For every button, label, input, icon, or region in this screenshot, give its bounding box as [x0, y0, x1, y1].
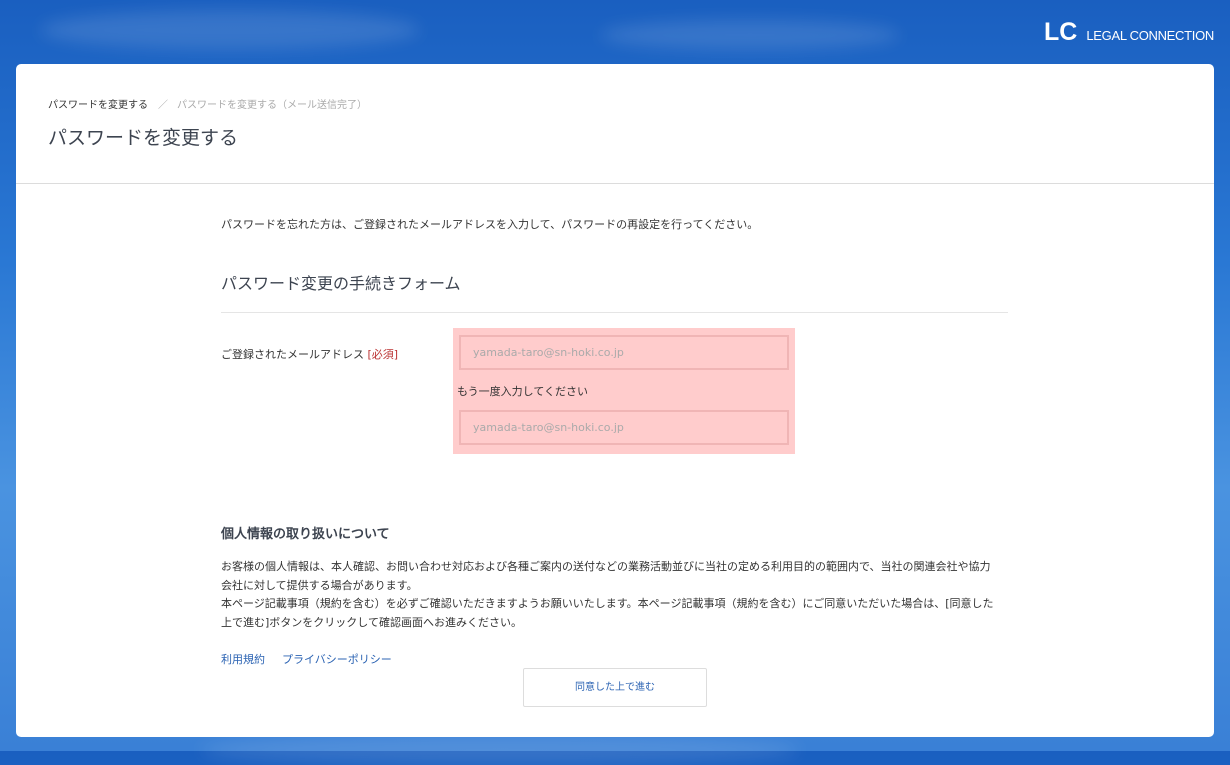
privacy-line: 本ページ記載事項（規約を含む）を必ずご確認いただきますようお願いいたします。本ペ…	[221, 597, 994, 610]
policy-links: 利用規約 プライバシーポリシー	[221, 651, 409, 667]
background-cloud	[200, 735, 800, 765]
privacy-body: お客様の個人情報は、本人確認、お問い合わせ対応および各種ご案内の送付などの業務活…	[221, 558, 1011, 632]
privacy-policy-link[interactable]: プライバシーポリシー	[282, 651, 392, 667]
confirm-email-input[interactable]: yamada-taro@sn-hoki.co.jp	[459, 410, 789, 445]
email-label: ご登録されたメールアドレス [必須]	[221, 346, 398, 362]
card-header: パスワードを変更する ／ パスワードを変更する（メール送信完了） パスワードを変…	[16, 64, 1214, 184]
page-title: パスワードを変更する	[48, 127, 239, 149]
confirm-email-label: もう一度入力してください	[457, 385, 589, 398]
terms-link[interactable]: 利用規約	[221, 651, 265, 667]
breadcrumb-item-current: パスワードを変更する（メール送信完了）	[177, 100, 367, 111]
privacy-title: 個人情報の取り扱いについて	[221, 527, 390, 542]
breadcrumb: パスワードを変更する ／ パスワードを変更する（メール送信完了）	[48, 96, 367, 111]
form-intro-section: パスワードを忘れた方は、ご登録されたメールアドレスを入力して、パスワードの再設定…	[221, 216, 1008, 313]
email-field-group: yamada-taro@sn-hoki.co.jp もう一度入力してください y…	[453, 328, 795, 454]
background-cloud	[600, 20, 900, 50]
logo-text: LEGAL CONNECTION	[1086, 28, 1214, 43]
privacy-line: 上で進む]ボタンをクリックして確認画面へお進みください。	[221, 615, 522, 629]
logo[interactable]: LC LEGAL CONNECTION	[1044, 18, 1214, 47]
breadcrumb-separator: ／	[158, 100, 168, 111]
divider	[221, 312, 1008, 313]
privacy-line: 会社に対して提供する場合があります。	[221, 578, 418, 592]
background-cloud	[40, 10, 420, 50]
logo-mark: LC	[1044, 18, 1078, 46]
required-badge: [必須]	[367, 348, 399, 361]
breadcrumb-item-change-password[interactable]: パスワードを変更する	[48, 96, 148, 111]
main-card: パスワードを変更する ／ パスワードを変更する（メール送信完了） パスワードを変…	[16, 64, 1214, 737]
email-input[interactable]: yamada-taro@sn-hoki.co.jp	[459, 335, 789, 370]
form-title: パスワード変更の手続きフォーム	[221, 274, 461, 293]
intro-text: パスワードを忘れた方は、ご登録されたメールアドレスを入力して、パスワードの再設定…	[221, 218, 759, 231]
email-label-text: ご登録されたメールアドレス	[221, 348, 364, 361]
privacy-line: お客様の個人情報は、本人確認、お問い合わせ対応および各種ご案内の送付などの業務活…	[221, 560, 991, 573]
agree-and-proceed-button[interactable]: 同意した上で進む	[523, 668, 707, 707]
